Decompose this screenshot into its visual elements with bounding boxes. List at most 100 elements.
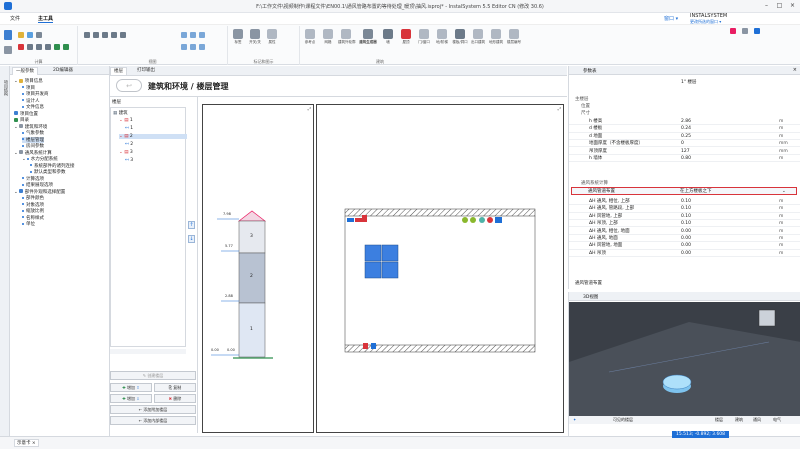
floor-tree-item[interactable]: ↤ 1 xyxy=(125,126,133,131)
tree-item[interactable]: 目录 xyxy=(14,117,29,123)
exit-building-button[interactable]: 出口建筑 xyxy=(470,29,486,45)
property-row[interactable]: 吊顶厚度 127 mm xyxy=(569,148,800,155)
status-tab[interactable]: 示意卡 × xyxy=(14,439,39,447)
property-value[interactable]: 0.00 xyxy=(681,242,691,249)
refresh-icon[interactable] xyxy=(199,44,205,50)
property-value[interactable]: 0.25 xyxy=(681,133,691,140)
tree-item[interactable]: 楼层管理 xyxy=(22,136,44,143)
property-value[interactable]: 0.00 xyxy=(681,228,691,235)
tree-item[interactable]: 名称样式 xyxy=(22,215,44,221)
outline-button[interactable]: 建筑外轮廓 xyxy=(338,29,356,45)
property-value[interactable]: 2.86 xyxy=(681,118,691,125)
delete-icon[interactable] xyxy=(18,44,24,50)
floor-tree-item[interactable]: ⌄ ▤ 3 xyxy=(119,150,133,155)
property-row[interactable]: d 地面 0.25 m xyxy=(569,133,800,140)
calculator-icon[interactable] xyxy=(4,30,12,40)
property-row[interactable]: d 楼板 0.24 m xyxy=(569,125,800,133)
chevron-down-icon[interactable]: ⌄ xyxy=(14,79,18,84)
tree-item[interactable]: 房间参数 xyxy=(22,143,44,149)
properties-close-icon[interactable]: × xyxy=(793,67,797,73)
floor-tree-item[interactable]: ↤ 2 xyxy=(125,142,133,147)
floor-tree-item[interactable]: ▦ 建筑 xyxy=(113,110,128,116)
roof-button[interactable]: 屋顶 xyxy=(398,29,414,45)
legend-electric[interactable]: 电气 xyxy=(773,416,781,424)
paste-icon[interactable] xyxy=(45,44,51,50)
terrain-button[interactable]: 地形建筑 xyxy=(488,29,504,45)
elevation-view[interactable]: ⤢ 3 2 1 7.98 5.77 2.88 0.00 0.00 xyxy=(202,104,314,433)
tab-general-params[interactable]: 一般参数 xyxy=(12,67,38,75)
chevron-down-icon[interactable]: ⌄ xyxy=(14,151,18,156)
floor-tree-item[interactable]: ⌄ ▤ 2 xyxy=(119,134,187,139)
tree-item[interactable]: 项目位置 xyxy=(14,111,38,117)
save-icon[interactable] xyxy=(27,32,33,38)
view3d-canvas[interactable] xyxy=(569,302,800,416)
zoom-fit-icon[interactable] xyxy=(199,32,205,38)
grid-button[interactable]: 网格 xyxy=(320,29,336,45)
tree-item[interactable]: ⌄ 部件外观和选择配置 xyxy=(14,189,65,195)
property-value[interactable]: 0.10 xyxy=(681,205,691,212)
camera-icon[interactable]: ✦ xyxy=(573,416,576,424)
legend-vent[interactable]: 通风 xyxy=(753,416,761,424)
move-up-arrow-icon[interactable]: ↑ xyxy=(188,221,195,229)
menu-home[interactable]: 主工具 xyxy=(38,15,54,23)
tree-item[interactable]: 默认类型和参数 xyxy=(30,169,66,175)
building-generator-button[interactable]: 建筑生成器 xyxy=(358,29,378,45)
print-icon[interactable] xyxy=(36,32,42,38)
wall-button[interactable]: 墙 xyxy=(380,29,396,45)
hscroll[interactable] xyxy=(110,349,186,354)
chevron-down-icon[interactable]: ⌄ xyxy=(14,190,18,195)
maximize-button[interactable]: □ xyxy=(773,1,786,11)
minimize-button[interactable]: – xyxy=(760,1,773,11)
tree-item[interactable]: ⌄ 项目信息 xyxy=(14,78,43,84)
create-floor-button[interactable]: ✎ 创建楼层 xyxy=(110,371,196,380)
section-ventilation[interactable]: 通风系统计算 xyxy=(581,180,608,186)
add-floor-up-button[interactable]: ✚ 增加 ⇧ xyxy=(110,383,152,392)
section-main-floor[interactable]: 主楼层 xyxy=(575,96,589,102)
floor-number-button[interactable]: 楼层编号 xyxy=(506,29,522,45)
redo-icon[interactable] xyxy=(63,44,69,50)
folder-icon[interactable] xyxy=(18,32,24,38)
copy-floor-button[interactable]: ⎘ 复制 xyxy=(154,383,196,392)
tree-item[interactable]: 系统部件的诸列连接 xyxy=(30,163,75,169)
legend-floors[interactable]: 楼层 xyxy=(715,416,723,424)
info-icon[interactable] xyxy=(754,28,760,34)
tree-item[interactable]: ⌄ 水力分配系统 xyxy=(22,156,58,162)
property-value[interactable]: 0.10 xyxy=(681,213,691,220)
property-row[interactable]: ΔH 风管地, 上部 0.10 m xyxy=(569,213,800,220)
tree-item[interactable]: ⌄ 通风系统计算 xyxy=(14,150,52,156)
undo-icon[interactable] xyxy=(54,44,60,50)
delete-floor-button[interactable]: ✖ 删除 xyxy=(154,394,196,403)
plan-view[interactable]: ⤢ xyxy=(316,104,564,433)
property-row[interactable]: ΔH 风管地, 地面 0.00 m xyxy=(569,242,800,250)
property-value[interactable]: 127 xyxy=(681,148,690,155)
tree-item[interactable]: 设计人 xyxy=(22,98,40,104)
property-value[interactable]: 0.80 xyxy=(681,155,691,162)
back-arrow-icon[interactable]: ↩ xyxy=(116,79,142,92)
floor-visibility[interactable]: 可见的楼层 xyxy=(613,416,633,424)
zoom-out-icon[interactable] xyxy=(190,32,196,38)
reference-point-button[interactable]: 参考点 xyxy=(302,29,318,45)
add-inner-floor-button[interactable]: ← 添加内部楼层 xyxy=(110,416,196,425)
move-icon[interactable] xyxy=(93,32,99,38)
tree-item[interactable]: 缩放比例 xyxy=(22,208,44,214)
align-icon[interactable] xyxy=(120,32,126,38)
tab-floors[interactable]: 楼层 xyxy=(110,67,127,75)
cut-icon[interactable] xyxy=(27,44,33,50)
toggle-button[interactable]: 开关/关 xyxy=(247,29,263,45)
zoom-in-icon[interactable] xyxy=(181,32,187,38)
tree-item[interactable]: 项目开发商 xyxy=(22,91,49,97)
side-tab-project-structure[interactable]: 项目结构 xyxy=(1,80,9,96)
property-value[interactable]: 0.00 xyxy=(681,235,691,242)
property-row[interactable]: ΔH 通风, 地面 0.00 m xyxy=(569,235,800,243)
tree-item[interactable]: 部件颜色 xyxy=(22,195,44,201)
property-row[interactable]: h 墙体 0.80 m xyxy=(569,155,800,163)
property-row[interactable]: ΔH 吊顶, 上部 0.10 m xyxy=(569,220,800,228)
property-value[interactable]: 0.10 xyxy=(681,198,691,205)
move-down-arrow-icon[interactable]: ↓ xyxy=(188,235,195,243)
section-dimensions[interactable]: 尺寸 xyxy=(581,110,590,116)
tree-item[interactable]: 单位 xyxy=(22,221,35,227)
chevron-down-icon[interactable]: ⌄ xyxy=(22,157,26,162)
section-position[interactable]: 位置 xyxy=(581,103,590,109)
pointer-icon[interactable] xyxy=(84,32,90,38)
copy-icon[interactable] xyxy=(36,44,42,50)
